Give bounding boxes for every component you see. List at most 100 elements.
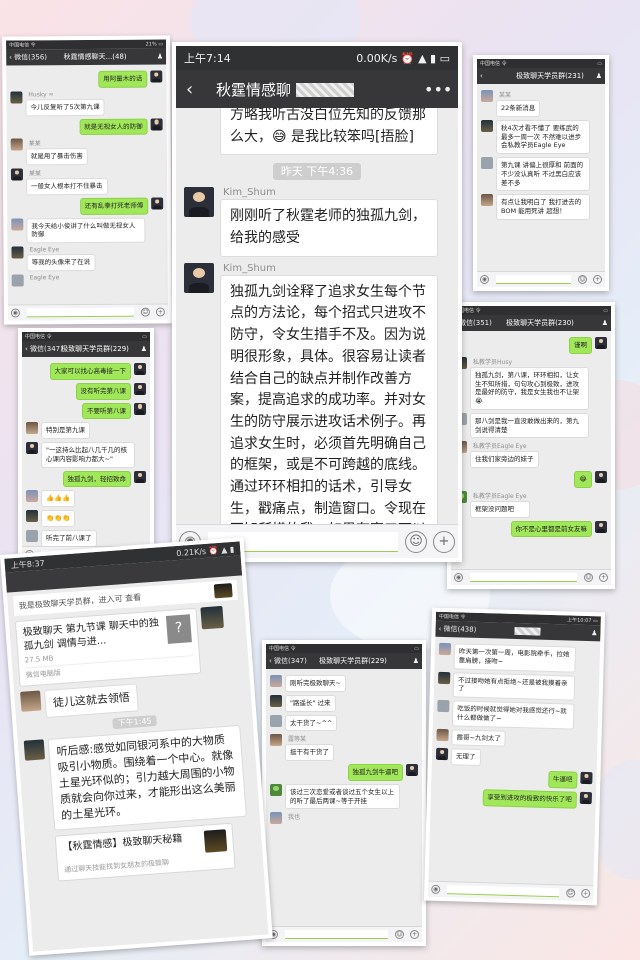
message-bubble[interactable]: 😂 [574, 471, 592, 488]
message-bubble[interactable]: 还有乱拳打死老师傅 [79, 197, 149, 215]
voice-icon[interactable]: ◉ [10, 308, 20, 318]
avatar[interactable] [436, 728, 449, 741]
avatar[interactable] [270, 783, 282, 796]
avatar[interactable] [270, 714, 282, 727]
message-bubble[interactable]: "路遥长" 过来 [285, 694, 336, 712]
plus-icon[interactable]: + [410, 930, 419, 939]
message-bubble[interactable]: 徒儿这就去领悟 [44, 683, 139, 719]
avatar[interactable] [270, 675, 282, 687]
message-bubble[interactable]: 刚听完极致聊天~ [285, 675, 346, 692]
message-bubble[interactable]: 没有听完第八课 [75, 382, 131, 400]
link-message[interactable]: 【秋霆情感】极致聊天秘籍 通过聊天技能找到女朋友的极致聊 [54, 822, 236, 882]
message-bubble[interactable]: 听后感:感觉如同银河系中的大物质吸引小物质。围绕着一个中心。就像土星光环似的；引… [47, 724, 247, 831]
group-info-icon[interactable]: ♟ [135, 345, 147, 353]
message-bubble[interactable]: 独孤九剑牛逼吧 [347, 764, 403, 781]
plus-icon[interactable]: + [433, 530, 455, 553]
avatar[interactable] [134, 402, 146, 415]
avatar[interactable] [481, 157, 493, 170]
back-button[interactable]: ‹ 微信(347) [25, 344, 63, 354]
message-bubble[interactable]: 独孤九剑，第八课，环环相扣，让女生不知所措，句句攻心到极致，进攻是最好的防守，我… [470, 366, 589, 410]
avatar[interactable] [134, 382, 146, 395]
emoji-icon[interactable]: ☺ [566, 888, 576, 898]
message-bubble[interactable]: 方略我听古没白位先知的反馈那么大，😅 是我比较笨吗[捂脸] [220, 108, 439, 156]
avatar[interactable] [26, 529, 38, 542]
avatar[interactable] [23, 739, 46, 761]
message-bubble[interactable]: 就是用了暴击伤害 [25, 148, 88, 166]
back-button[interactable]: ‹ [480, 72, 510, 80]
voice-icon[interactable]: ◉ [480, 275, 489, 284]
plus-icon[interactable]: + [581, 888, 591, 899]
message-input[interactable] [470, 573, 577, 582]
avatar[interactable] [150, 70, 163, 83]
message-bubble[interactable]: 特别是第九课 [41, 422, 90, 440]
message-input[interactable] [285, 930, 388, 939]
message-bubble[interactable]: 第九课 讲偏上很厚和 前面的不少没认真听 不过黑白应该差不多 [496, 157, 590, 192]
avatar[interactable] [26, 442, 38, 455]
message-bubble[interactable]: 刚刚听了秋霆老师的独孤九剑，给我的感受 [220, 199, 439, 257]
avatar[interactable] [406, 764, 418, 777]
message-bubble[interactable]: 今儿反复听了5次第九课 [25, 98, 105, 116]
message-bubble[interactable]: 无理了 [450, 748, 481, 767]
emoji-icon[interactable]: ☺ [584, 573, 593, 582]
avatar[interactable] [11, 246, 24, 259]
avatar[interactable] [10, 138, 23, 151]
avatar[interactable] [10, 168, 24, 181]
avatar[interactable] [580, 771, 593, 785]
avatar[interactable] [20, 690, 42, 712]
message-bubble[interactable]: 昨天第一次第一周，电影院牵手，拉她靠肩膀，接吻~ [453, 643, 577, 673]
back-button[interactable]: ‹ 微信(356) [9, 52, 47, 62]
message-bubble[interactable]: 👏👏👏 [41, 510, 76, 527]
avatar[interactable] [184, 262, 214, 293]
emoji-icon[interactable]: ☺ [140, 307, 150, 317]
avatar[interactable] [200, 605, 224, 630]
message-bubble[interactable]: 牛逼吧 [547, 771, 578, 789]
avatar[interactable] [595, 471, 607, 484]
message-bubble[interactable]: 👍👍👍 [41, 490, 76, 508]
message-bubble[interactable]: 用阿量木的话 [98, 70, 148, 88]
avatar[interactable] [134, 363, 146, 375]
message-bubble[interactable]: 吃饭的时候就觉得她对我感觉还行~就什么都做做了~ [451, 700, 575, 730]
message-bubble[interactable]: 享受到进攻的极致的快乐了吧 [482, 789, 578, 809]
avatar[interactable] [26, 510, 38, 523]
message-bubble[interactable]: 挺干有干货了 [285, 744, 334, 762]
message-bubble[interactable]: 等我的头像来了在说 [26, 254, 96, 272]
emoji-icon[interactable]: ☺ [578, 275, 587, 284]
message-bubble[interactable]: 就是无视女人的防御 [79, 118, 148, 136]
message-bubble[interactable]: 霞哥~九剑太了 [451, 728, 507, 748]
message-input[interactable] [447, 885, 560, 898]
voice-icon[interactable]: ◉ [431, 884, 441, 894]
avatar[interactable] [437, 699, 450, 713]
file-message[interactable]: 极致聊天 第九节课 聊天中的独孤九剑 调情与进...? 27.5 MB 微信电脑… [14, 607, 202, 687]
message-input[interactable] [496, 275, 571, 284]
message-bubble[interactable]: 大家可以找心高毒接一下 [49, 363, 131, 380]
message-input[interactable] [26, 307, 134, 318]
avatar[interactable] [26, 422, 38, 435]
plus-icon[interactable]: + [599, 573, 608, 582]
emoji-icon[interactable]: ☺ [395, 930, 404, 939]
avatar[interactable] [595, 337, 607, 349]
avatar[interactable] [481, 194, 493, 207]
message-bubble[interactable]: 有点让我明白了 我打进去的BOM 能用死讲 超想！ [496, 194, 590, 220]
avatar[interactable] [150, 118, 163, 131]
plus-icon[interactable]: + [155, 307, 165, 317]
avatar[interactable] [270, 734, 282, 747]
avatar[interactable] [11, 218, 24, 231]
message-bubble[interactable]: "一这持么比起八几千几的核心课内容影响力都大~" [41, 442, 135, 468]
avatar[interactable] [270, 812, 282, 825]
group-info-icon[interactable]: ♟ [407, 657, 419, 665]
message-bubble[interactable]: 22条新消息 [496, 100, 541, 117]
avatar[interactable] [579, 791, 593, 805]
more-icon[interactable]: ••• [424, 80, 452, 99]
message-bubble[interactable]: 你不是心里都是前女友嘛 [510, 520, 592, 538]
message-bubble[interactable]: 不要听第八课 [82, 402, 131, 420]
message-bubble[interactable]: 不过接吻她有点拒绝~还是被我摸着亲了 [452, 671, 576, 701]
avatar[interactable] [438, 642, 452, 656]
group-info-icon[interactable]: ♟ [590, 72, 602, 80]
avatar[interactable] [184, 187, 214, 218]
avatar[interactable] [435, 748, 449, 761]
group-info-icon[interactable]: ♟ [585, 629, 598, 637]
avatar[interactable] [270, 694, 282, 707]
message-bubble[interactable]: 太干货了~^^ [285, 714, 338, 732]
avatar[interactable] [26, 490, 38, 503]
message-bubble[interactable]: 该过三次恋爱或者谈过五个女生以上的听了最后两课~等于开挂 [285, 783, 401, 810]
